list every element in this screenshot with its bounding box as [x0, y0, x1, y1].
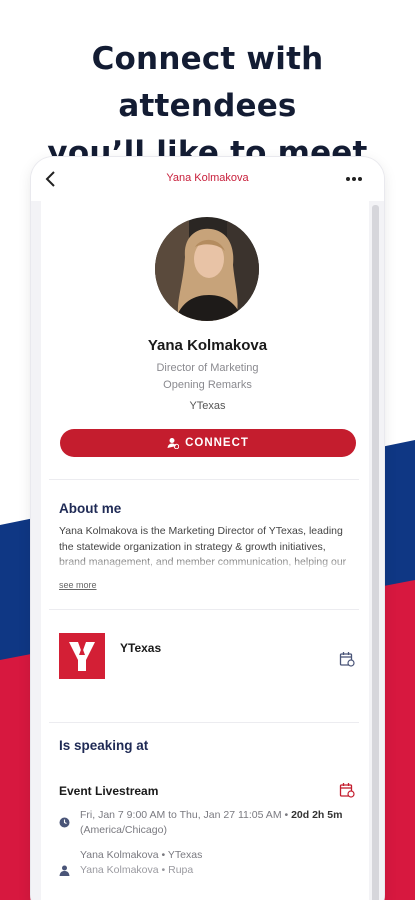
event-speaker-2: Yana Kolmakova • Rupa [80, 864, 194, 876]
organization-name[interactable]: YTexas [120, 641, 161, 655]
event-duration: 20d 2h 5m [291, 809, 343, 821]
scrollbar[interactable] [372, 205, 379, 900]
profile-organization: YTexas [189, 400, 226, 412]
event-title[interactable]: Event Livestream [59, 784, 158, 798]
profile-title: Director of Marketing [156, 362, 259, 374]
profile-name: Yana Kolmakova [147, 337, 268, 354]
connect-user-icon [167, 438, 180, 449]
event-timezone: (America/Chicago) [80, 824, 167, 836]
divider [49, 479, 359, 480]
speaking-heading: Is speaking at [59, 738, 149, 753]
see-more-link[interactable]: see more [59, 580, 97, 590]
person-icon [59, 865, 70, 876]
top-bar: Yana Kolmakova [31, 157, 384, 201]
connect-label: CONNECT [185, 437, 249, 449]
phone-frame: Yana Kolmakova Yana Kolmakova Director o… [31, 157, 384, 900]
clock-icon [59, 817, 70, 828]
topbar-title: Yana Kolmakova [166, 172, 249, 184]
about-fade [59, 555, 354, 571]
divider [49, 609, 359, 610]
event-time: Fri, Jan 7 9:00 AM to Thu, Jan 27 11:05 … [80, 808, 355, 838]
event-time-range: Fri, Jan 7 9:00 AM to Thu, Jan 27 11:05 … [80, 809, 292, 821]
event-speaker: Yana Kolmakova • YTexas [80, 849, 203, 861]
headline: Connect with attendees you’ll like to me… [0, 36, 415, 177]
more-dots-icon[interactable] [344, 170, 364, 188]
organization-logo[interactable] [59, 633, 105, 679]
headline-line-1: Connect with attendees [91, 41, 324, 124]
calendar-icon[interactable] [339, 651, 355, 667]
connect-button[interactable]: CONNECT [60, 429, 356, 457]
calendar-icon[interactable] [339, 782, 355, 798]
about-heading: About me [59, 501, 122, 516]
divider [49, 722, 359, 723]
avatar [155, 217, 259, 321]
profile-session: Opening Remarks [163, 379, 252, 391]
